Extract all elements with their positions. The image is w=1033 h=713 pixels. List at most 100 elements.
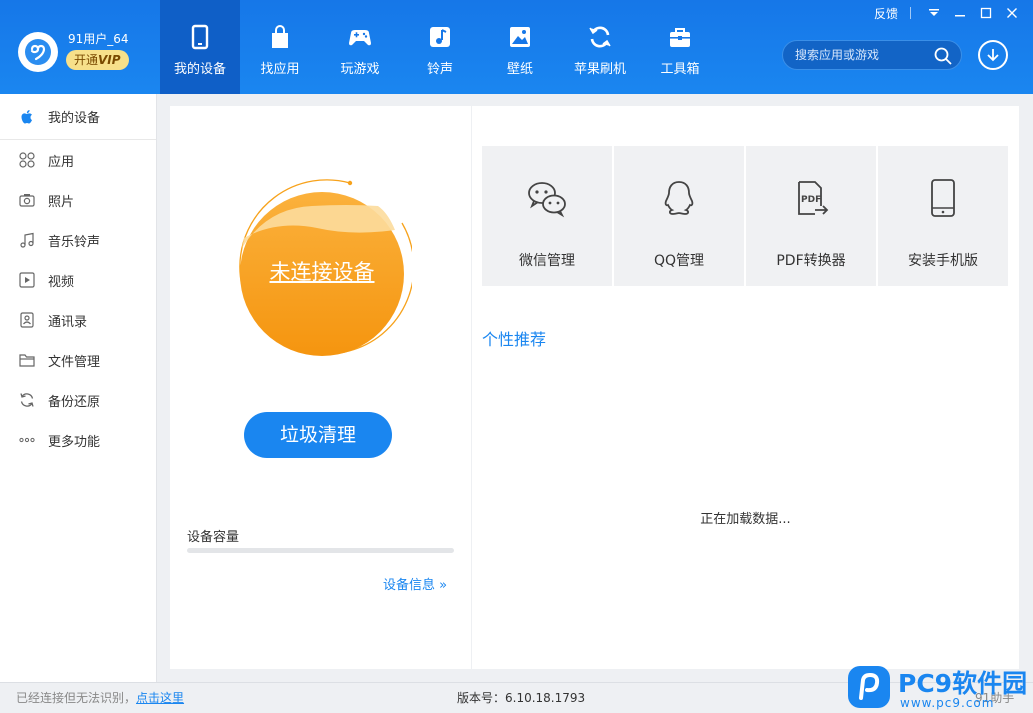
music-icon	[18, 231, 36, 249]
sidebar-item-videos[interactable]: 视频	[0, 260, 156, 300]
watermark-brand: PC9软件园	[898, 669, 1028, 698]
svg-text:PDF: PDF	[801, 195, 821, 205]
user-name[interactable]: 91用户_64	[68, 30, 129, 47]
nav-games[interactable]: 玩游戏	[320, 0, 400, 94]
user-area[interactable]: 91用户_64 开通VIP	[14, 28, 154, 76]
apps-grid-icon	[18, 151, 36, 169]
watermark-logo-icon	[848, 666, 890, 708]
nav-ringtones[interactable]: 铃声	[400, 0, 480, 94]
download-arrow-icon	[987, 49, 999, 62]
close-icon[interactable]	[999, 4, 1025, 22]
sidebar: 我的设备 应用 照片 音乐铃声 视频 通讯录 文件管理 备份还原 更多功能	[0, 94, 157, 682]
device-status-link[interactable]: 未连接设备	[232, 256, 412, 286]
apple-icon	[18, 108, 36, 126]
contacts-icon	[18, 311, 36, 329]
nav-find-apps[interactable]: 找应用	[240, 0, 320, 94]
tool-qq-manager[interactable]: QQ管理	[614, 146, 744, 286]
qq-icon	[664, 181, 694, 215]
vip-button[interactable]: 开通VIP	[66, 50, 129, 70]
sidebar-item-files[interactable]: 文件管理	[0, 340, 156, 380]
main-nav: 我的设备 找应用 玩游戏 铃声 壁纸 苹果刷机 工具箱	[160, 0, 720, 94]
loading-text: 正在加载数据...	[700, 512, 791, 527]
search-box	[782, 40, 962, 70]
minimize-icon[interactable]	[947, 4, 973, 22]
top-header: 91用户_64 开通VIP 我的设备 找应用 玩游戏 铃声 壁纸 苹果刷机 工具…	[0, 0, 1033, 94]
sidebar-item-my-device[interactable]: 我的设备	[0, 94, 156, 140]
nav-my-device[interactable]: 我的设备	[160, 0, 240, 94]
capacity-bar	[187, 548, 454, 553]
sidebar-item-more[interactable]: 更多功能	[0, 420, 156, 460]
sidebar-item-label: 文件管理	[48, 354, 101, 370]
device-status-circle: 未连接设备	[232, 178, 415, 358]
sync-icon	[18, 391, 36, 409]
nav-label: 玩游戏	[340, 61, 380, 77]
sidebar-item-contacts[interactable]: 通讯录	[0, 300, 156, 340]
window-controls: 反馈	[874, 4, 1025, 22]
camera-icon	[18, 191, 36, 209]
recommend-title: 个性推荐	[482, 330, 547, 349]
phone-install-icon	[931, 179, 955, 217]
sidebar-item-photos[interactable]: 照片	[0, 180, 156, 220]
watermark: PC9软件园 www.pc9.com	[848, 664, 1033, 713]
nav-label: 苹果刷机	[573, 61, 626, 77]
sidebar-item-backup[interactable]: 备份还原	[0, 380, 156, 420]
bag-icon	[272, 24, 288, 48]
sidebar-item-label: 更多功能	[48, 434, 101, 450]
sidebar-item-label: 视频	[48, 274, 75, 290]
capacity-label: 设备容量	[187, 530, 240, 545]
tool-label: 安装手机版	[908, 253, 978, 269]
divider	[910, 7, 911, 19]
nav-label: 找应用	[260, 61, 300, 77]
tool-label: 微信管理	[519, 253, 575, 269]
maximize-icon[interactable]	[973, 4, 999, 22]
tool-install-mobile[interactable]: 安装手机版	[878, 146, 1008, 286]
refresh-icon	[589, 26, 611, 47]
vip-tag: VIP	[98, 53, 121, 67]
tool-wechat-manager[interactable]: 微信管理	[482, 146, 612, 286]
sidebar-item-music[interactable]: 音乐铃声	[0, 220, 156, 260]
image-icon	[510, 26, 530, 47]
nav-flash[interactable]: 苹果刷机	[560, 0, 640, 94]
tool-label: PDF转换器	[776, 253, 846, 269]
toolbox-icon	[670, 27, 690, 47]
watermark-url: www.pc9.com	[900, 696, 995, 710]
wechat-icon	[528, 182, 566, 218]
tool-pdf-converter[interactable]: PDF PDF转换器	[746, 146, 876, 286]
pdf-icon: PDF	[798, 181, 829, 215]
nav-label: 铃声	[426, 61, 453, 77]
sidebar-item-label: 照片	[48, 194, 75, 210]
nav-label: 壁纸	[506, 61, 533, 77]
search-input[interactable]	[795, 46, 935, 64]
gamepad-icon	[349, 29, 371, 45]
sidebar-item-label: 应用	[48, 154, 75, 170]
tool-label: QQ管理	[653, 253, 705, 269]
menu-dropdown-icon[interactable]	[921, 4, 947, 22]
feedback-link[interactable]: 反馈	[874, 5, 898, 22]
tools-panel: 微信管理 QQ管理 PDF PDF转换器 安装手机版 个性推荐 正在加载数据..…	[472, 106, 1019, 669]
play-icon	[18, 271, 36, 289]
version-label: 版本号：6.10.18.1793	[457, 691, 586, 705]
download-button[interactable]	[978, 40, 1008, 70]
search-icon[interactable]	[933, 46, 953, 66]
phone-icon	[191, 24, 209, 49]
device-info-link[interactable]: 设备信息 »	[383, 574, 447, 593]
nav-wallpapers[interactable]: 壁纸	[480, 0, 560, 94]
nav-label: 工具箱	[660, 61, 700, 77]
junk-clean-button[interactable]: 垃圾清理	[244, 412, 392, 458]
connection-status-text: 已经连接但无法识别，	[16, 691, 137, 705]
music-note-icon	[430, 26, 450, 47]
nav-toolbox[interactable]: 工具箱	[640, 0, 720, 94]
sidebar-item-label: 音乐铃声	[48, 234, 101, 250]
app-logo-icon	[18, 32, 58, 72]
vip-prefix: 开通	[74, 53, 99, 67]
click-here-link[interactable]: 点击这里	[136, 691, 184, 705]
nav-label: 我的设备	[173, 61, 226, 77]
folder-icon	[18, 351, 36, 369]
sidebar-item-label: 我的设备	[48, 111, 101, 126]
quick-tools: 微信管理 QQ管理 PDF PDF转换器 安装手机版	[482, 146, 1010, 286]
device-panel: 未连接设备 垃圾清理 设备容量 设备信息 »	[170, 106, 471, 669]
connection-status: 已经连接但无法识别，点击这里	[16, 689, 184, 706]
sidebar-item-label: 备份还原	[48, 394, 101, 410]
sidebar-item-apps[interactable]: 应用	[0, 140, 156, 180]
sidebar-item-label: 通讯录	[48, 314, 88, 330]
